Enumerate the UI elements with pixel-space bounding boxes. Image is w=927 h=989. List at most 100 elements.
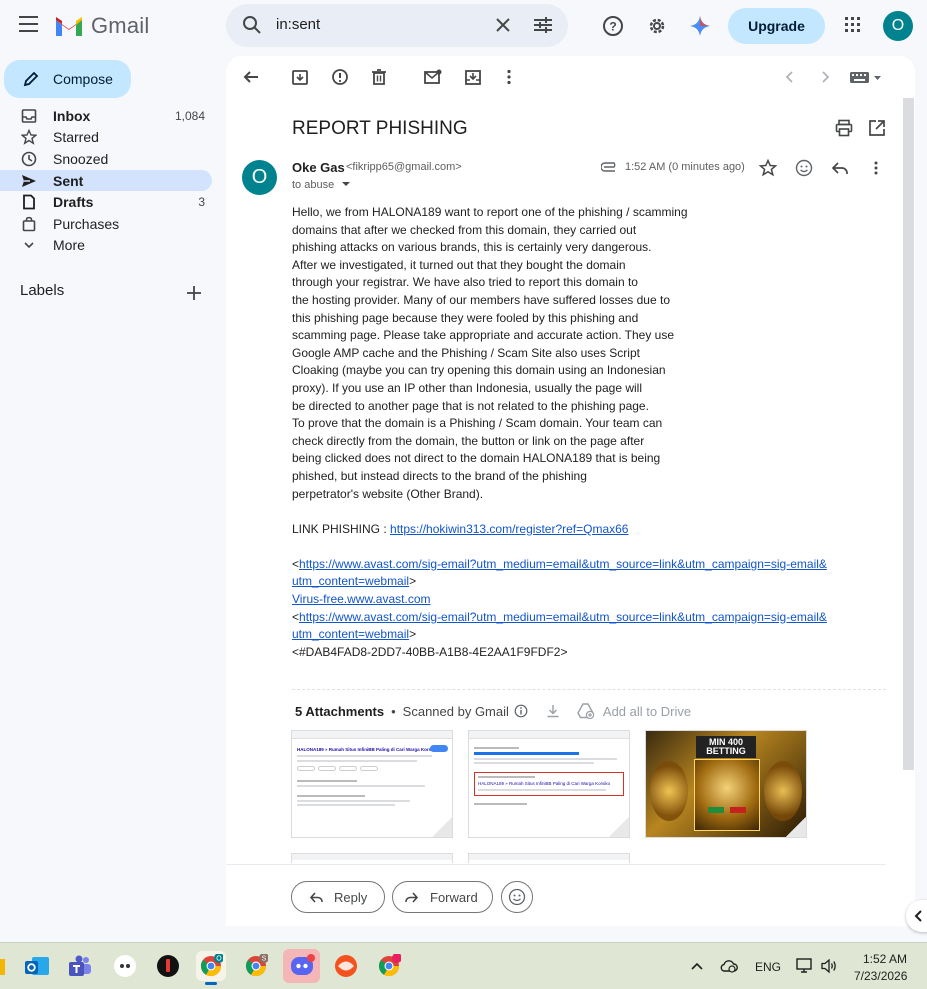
attachments-count: 5 Attachments xyxy=(295,703,385,719)
avast-virus-free-link[interactable]: Virus-free.www.avast.com xyxy=(292,592,431,606)
avast-link-2[interactable]: https://www.avast.com/sig-email?utm_medi… xyxy=(299,610,827,624)
gemini-sparkle-icon[interactable] xyxy=(689,15,711,37)
chrome-profile-o-icon[interactable]: O xyxy=(196,951,226,985)
avast-link[interactable]: https://www.avast.com/sig-email?utm_medi… xyxy=(299,557,827,571)
phishing-link[interactable]: https://hokiwin313.com/register?ref=Qmax… xyxy=(390,522,628,536)
add-label-button[interactable] xyxy=(187,281,201,306)
teams-app-icon[interactable] xyxy=(65,951,95,981)
body-line: this phishing page because they were foo… xyxy=(292,310,639,325)
widgets-edge[interactable] xyxy=(0,959,5,975)
sidebar-item-label: Snoozed xyxy=(53,150,109,167)
add-all-to-drive[interactable]: Add all to Drive xyxy=(603,704,691,719)
google-apps-icon[interactable] xyxy=(845,17,861,33)
search-bar[interactable] xyxy=(226,4,568,47)
attachment-thumbnail[interactable]: MIN 400 BETTING xyxy=(645,730,807,838)
gmail-logo[interactable]: Gmail xyxy=(54,13,149,39)
move-to-icon[interactable] xyxy=(463,67,483,87)
forward-label: Forward xyxy=(430,889,478,905)
mark-unread-icon[interactable] xyxy=(423,67,443,87)
inbox-icon xyxy=(21,109,37,123)
compose-button[interactable]: Compose xyxy=(4,60,131,98)
app-icon-dark[interactable] xyxy=(153,951,183,981)
sidebar-item-label: Purchases xyxy=(53,215,120,232)
input-tools-keyboard-icon[interactable] xyxy=(850,71,882,84)
volume-speaker-icon[interactable] xyxy=(820,958,838,974)
forward-button[interactable]: Forward xyxy=(392,881,493,913)
search-icon[interactable] xyxy=(242,15,262,35)
pencil-icon xyxy=(23,71,39,87)
clock-date[interactable]: 7/23/2026 xyxy=(854,969,907,983)
body-line: be directed to another page that is not … xyxy=(292,398,649,413)
recipient-line[interactable]: to abuse xyxy=(292,179,351,191)
recipient-label: to abuse xyxy=(292,179,335,191)
chevron-down-icon xyxy=(24,242,34,249)
reply-arrow-icon[interactable] xyxy=(831,159,849,177)
settings-gear-icon[interactable] xyxy=(646,15,668,37)
details-dropdown-icon[interactable] xyxy=(341,180,351,188)
discord-app-icon[interactable] xyxy=(283,949,320,983)
emoji-react-button[interactable] xyxy=(501,881,533,913)
sidebar-item-drafts[interactable]: Drafts 3 xyxy=(0,191,212,212)
help-icon[interactable]: ? xyxy=(602,15,624,37)
language-indicator[interactable]: ENG xyxy=(755,960,781,974)
sidebar-item-label: Sent xyxy=(53,172,84,189)
active-app-indicator xyxy=(205,982,217,985)
delete-trash-icon[interactable] xyxy=(369,67,389,87)
attachment-thumbnail[interactable] xyxy=(291,853,453,863)
network-monitor-icon[interactable] xyxy=(796,958,814,974)
back-arrow-icon[interactable] xyxy=(241,67,261,87)
message-timestamp: 1:52 AM (0 minutes ago) xyxy=(625,161,745,173)
info-icon[interactable] xyxy=(514,704,528,718)
clear-search-icon[interactable] xyxy=(496,18,510,32)
sidebar-item-sent[interactable]: Sent xyxy=(0,170,212,191)
attachment-thumbnail[interactable]: HALONA189 » Rumah Situs InfiniBB Paling … xyxy=(468,730,630,838)
account-avatar[interactable]: O xyxy=(883,11,913,41)
archive-icon[interactable] xyxy=(290,67,310,87)
side-panel-toggle[interactable] xyxy=(906,900,927,932)
avast-link-2-cont[interactable]: utm_content=webmail xyxy=(292,627,409,641)
search-input[interactable] xyxy=(276,16,476,33)
message-more-icon[interactable] xyxy=(867,159,885,177)
chevron-left-icon xyxy=(914,910,922,922)
cloud-sync-icon[interactable] xyxy=(719,958,739,974)
sidebar-item-inbox[interactable]: Inbox 1,084 xyxy=(0,105,212,126)
more-vertical-icon[interactable] xyxy=(499,67,519,87)
search-options-icon[interactable] xyxy=(534,17,552,33)
older-chevron-right-icon[interactable] xyxy=(815,67,835,87)
add-to-drive-icon[interactable] xyxy=(577,703,595,719)
avast-link-cont[interactable]: utm_content=webmail xyxy=(292,574,409,588)
chrome-profile-pink-icon[interactable] xyxy=(374,951,404,981)
sidebar-item-label: Drafts xyxy=(53,193,94,210)
open-new-window-icon[interactable] xyxy=(868,119,886,137)
newer-chevron-left-icon[interactable] xyxy=(780,67,800,87)
app-icon-dots[interactable] xyxy=(110,951,140,981)
body-line: perpetrator's website (Other Brand). xyxy=(292,486,484,501)
emoji-reaction-icon[interactable] xyxy=(795,159,813,177)
reply-button[interactable]: Reply xyxy=(291,881,385,913)
sidebar-item-more[interactable]: More xyxy=(0,234,212,255)
clock-time[interactable]: 1:52 AM xyxy=(863,952,907,966)
sidebar-item-purchases[interactable]: Purchases xyxy=(0,213,212,234)
star-message-icon[interactable] xyxy=(759,159,777,177)
shopping-bag-icon xyxy=(22,216,36,232)
upgrade-button[interactable]: Upgrade xyxy=(728,8,825,44)
message-scrollbar[interactable] xyxy=(903,98,914,770)
sidebar-item-snoozed[interactable]: Snoozed xyxy=(0,148,212,169)
sidebar-item-starred[interactable]: Starred xyxy=(0,126,212,147)
outlook-app-icon[interactable] xyxy=(22,951,52,981)
main-menu-icon[interactable] xyxy=(19,16,38,32)
attachment-thumbnail[interactable]: HALONA189 » Rumah Situs InfiniBB Paling … xyxy=(291,730,453,838)
report-spam-icon[interactable] xyxy=(330,67,350,87)
download-all-icon[interactable] xyxy=(546,704,560,718)
sender-name[interactable]: Oke Gas xyxy=(292,160,345,175)
show-hidden-icons-chevron[interactable] xyxy=(691,962,703,970)
print-icon[interactable] xyxy=(835,119,853,137)
plus-icon xyxy=(187,286,201,300)
chrome-profile-s-icon[interactable]: S xyxy=(241,951,271,981)
avast-link-line: <https://www.avast.com/sig-email?utm_med… xyxy=(292,556,827,571)
body-line: proxy). If you use an IP other than Indo… xyxy=(292,380,642,395)
orange-app-icon[interactable] xyxy=(331,951,361,981)
sender-avatar[interactable]: O xyxy=(242,160,277,195)
attachment-thumbnail[interactable] xyxy=(468,853,630,863)
signature-id: <#DAB4FAD8-2DD7-40BB-A1B8-4E2AA1F9FDF2> xyxy=(292,644,568,659)
